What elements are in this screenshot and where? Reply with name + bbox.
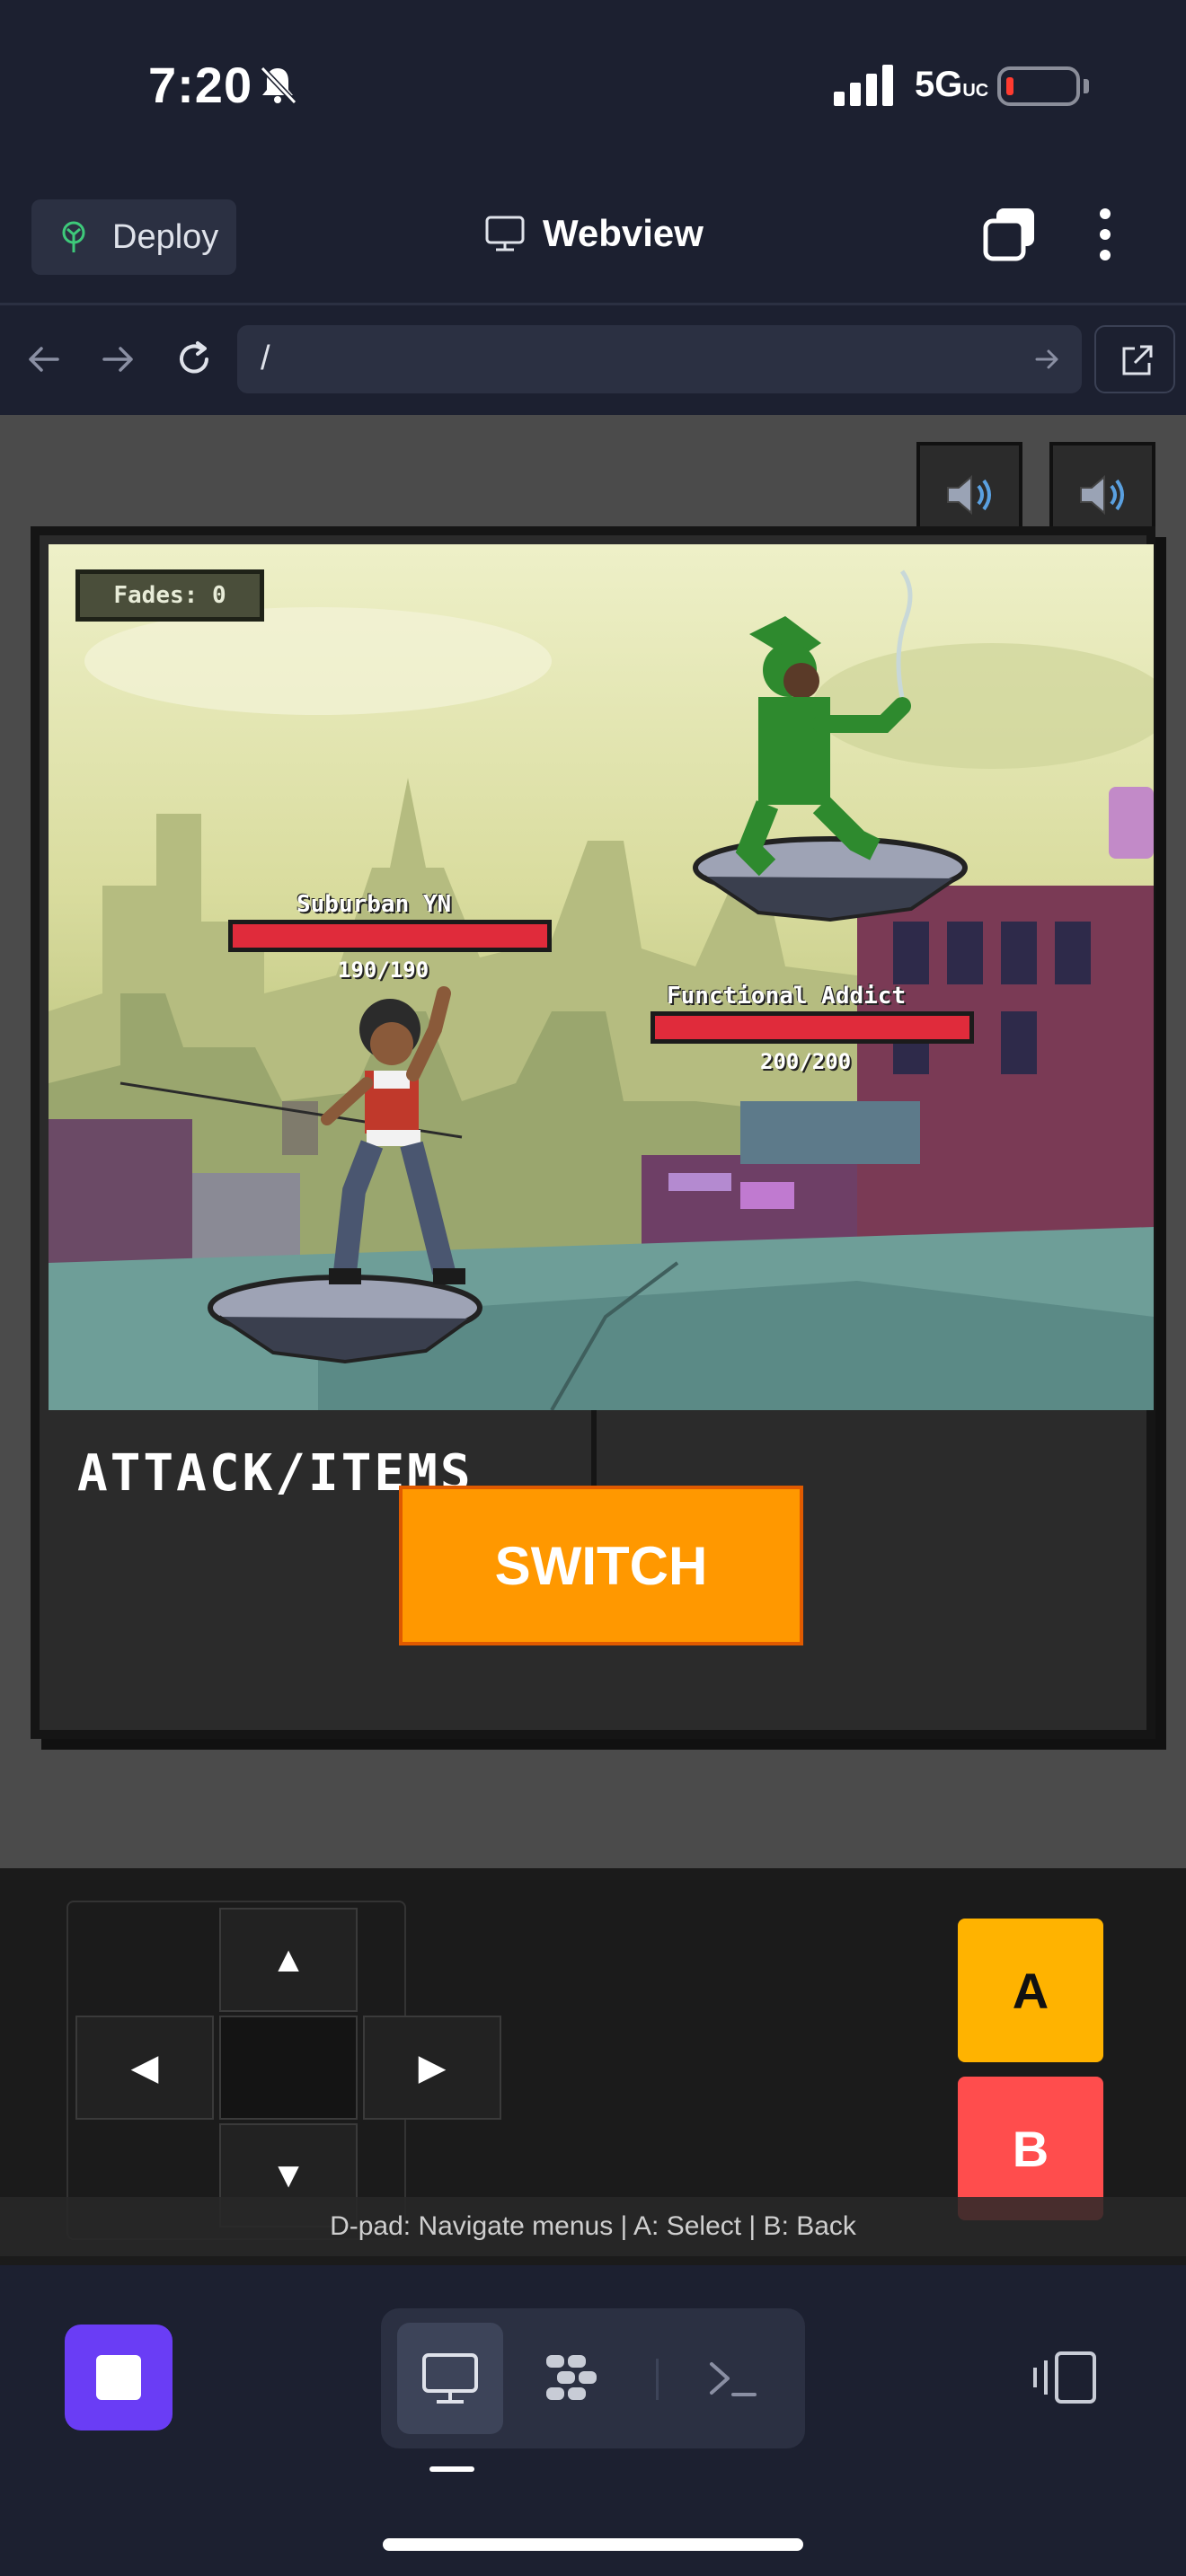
view-switcher	[381, 2308, 805, 2448]
switch-label: SWITCH	[494, 1535, 708, 1596]
monitor-icon	[422, 2353, 478, 2404]
shell-tab[interactable]	[681, 2323, 787, 2434]
enemy-hp-value: 200/200	[760, 1049, 852, 1074]
stop-icon	[96, 2355, 141, 2400]
signal-icon	[834, 65, 893, 106]
player-hp-value: 190/190	[338, 957, 429, 983]
reload-icon[interactable]	[174, 340, 214, 379]
status-bar: 7:20 5GUC	[0, 0, 1186, 180]
dpad-right-button[interactable]: ▶	[363, 2016, 501, 2120]
webview-tab[interactable]	[397, 2323, 503, 2434]
fades-counter: Fades: 0	[75, 569, 264, 622]
go-arrow-icon[interactable]	[1033, 345, 1062, 374]
deploy-button[interactable]: Deploy	[31, 199, 236, 275]
back-icon[interactable]	[23, 340, 63, 379]
tabs-icon[interactable]	[982, 207, 1038, 262]
url-bar: /	[0, 305, 1186, 415]
network-type: 5GUC	[915, 65, 989, 104]
player-hp-bar	[228, 920, 552, 952]
game-controls: ▲ ◀ ▶ ▼ A B D-pad: Navigate menus | A: S…	[0, 1868, 1186, 2265]
open-external-button[interactable]	[1094, 325, 1175, 393]
fades-label: Fades: 0	[113, 582, 226, 609]
battle-background	[49, 569, 1154, 1410]
a-button[interactable]: A	[958, 1919, 1103, 2062]
deploy-label: Deploy	[112, 217, 219, 256]
url-input[interactable]: /	[237, 325, 1082, 393]
enemy-name: Functional Addict	[667, 983, 907, 1010]
game-frame: Fades: 0 Suburban YN 190/190 Functional …	[31, 526, 1155, 1739]
player-hp-fill	[233, 924, 547, 948]
battery-cap	[1084, 79, 1089, 93]
controls-hint: D-pad: Navigate menus | A: Select | B: B…	[0, 2197, 1186, 2256]
enemy-hp-bar	[651, 1011, 974, 1044]
bottom-app-bar	[0, 2265, 1186, 2576]
layout-icon[interactable]	[1031, 2348, 1100, 2407]
deploy-icon	[62, 221, 85, 252]
webview-tab-title[interactable]: Webview	[485, 212, 704, 255]
dpad-left-button[interactable]: ◀	[75, 2016, 214, 2120]
active-tab-indicator	[429, 2466, 474, 2472]
webview-content: Fades: 0 Suburban YN 190/190 Functional …	[0, 415, 1186, 1868]
player-name: Suburban YN	[296, 891, 452, 918]
battery-icon	[997, 66, 1080, 106]
workspace-icon	[546, 2355, 597, 2400]
page-title: Webview	[543, 212, 704, 254]
switch-button[interactable]: SWITCH	[399, 1486, 803, 1645]
dpad-up-button[interactable]: ▲	[219, 1908, 358, 2012]
stop-button[interactable]	[65, 2325, 173, 2430]
external-link-icon	[1122, 345, 1153, 375]
terminal-icon	[710, 2362, 757, 2396]
workspace-tab[interactable]	[518, 2323, 624, 2434]
segment-divider	[656, 2359, 659, 2400]
home-indicator	[383, 2538, 803, 2551]
url-value: /	[261, 340, 270, 377]
speaker-icon	[1080, 474, 1124, 516]
enemy-sprite	[735, 569, 913, 877]
battle-scene: Fades: 0 Suburban YN 190/190 Functional …	[49, 544, 1154, 1410]
forward-icon[interactable]	[99, 340, 138, 379]
status-time: 7:20	[148, 57, 253, 113]
speaker-icon	[947, 474, 991, 516]
enemy-hp-fill	[655, 1016, 969, 1039]
monitor-icon	[485, 216, 525, 251]
more-icon[interactable]	[1087, 207, 1123, 262]
dpad-center	[219, 2016, 358, 2120]
bell-muted-icon	[260, 66, 297, 105]
app-top-bar: Deploy Webview	[0, 180, 1186, 305]
